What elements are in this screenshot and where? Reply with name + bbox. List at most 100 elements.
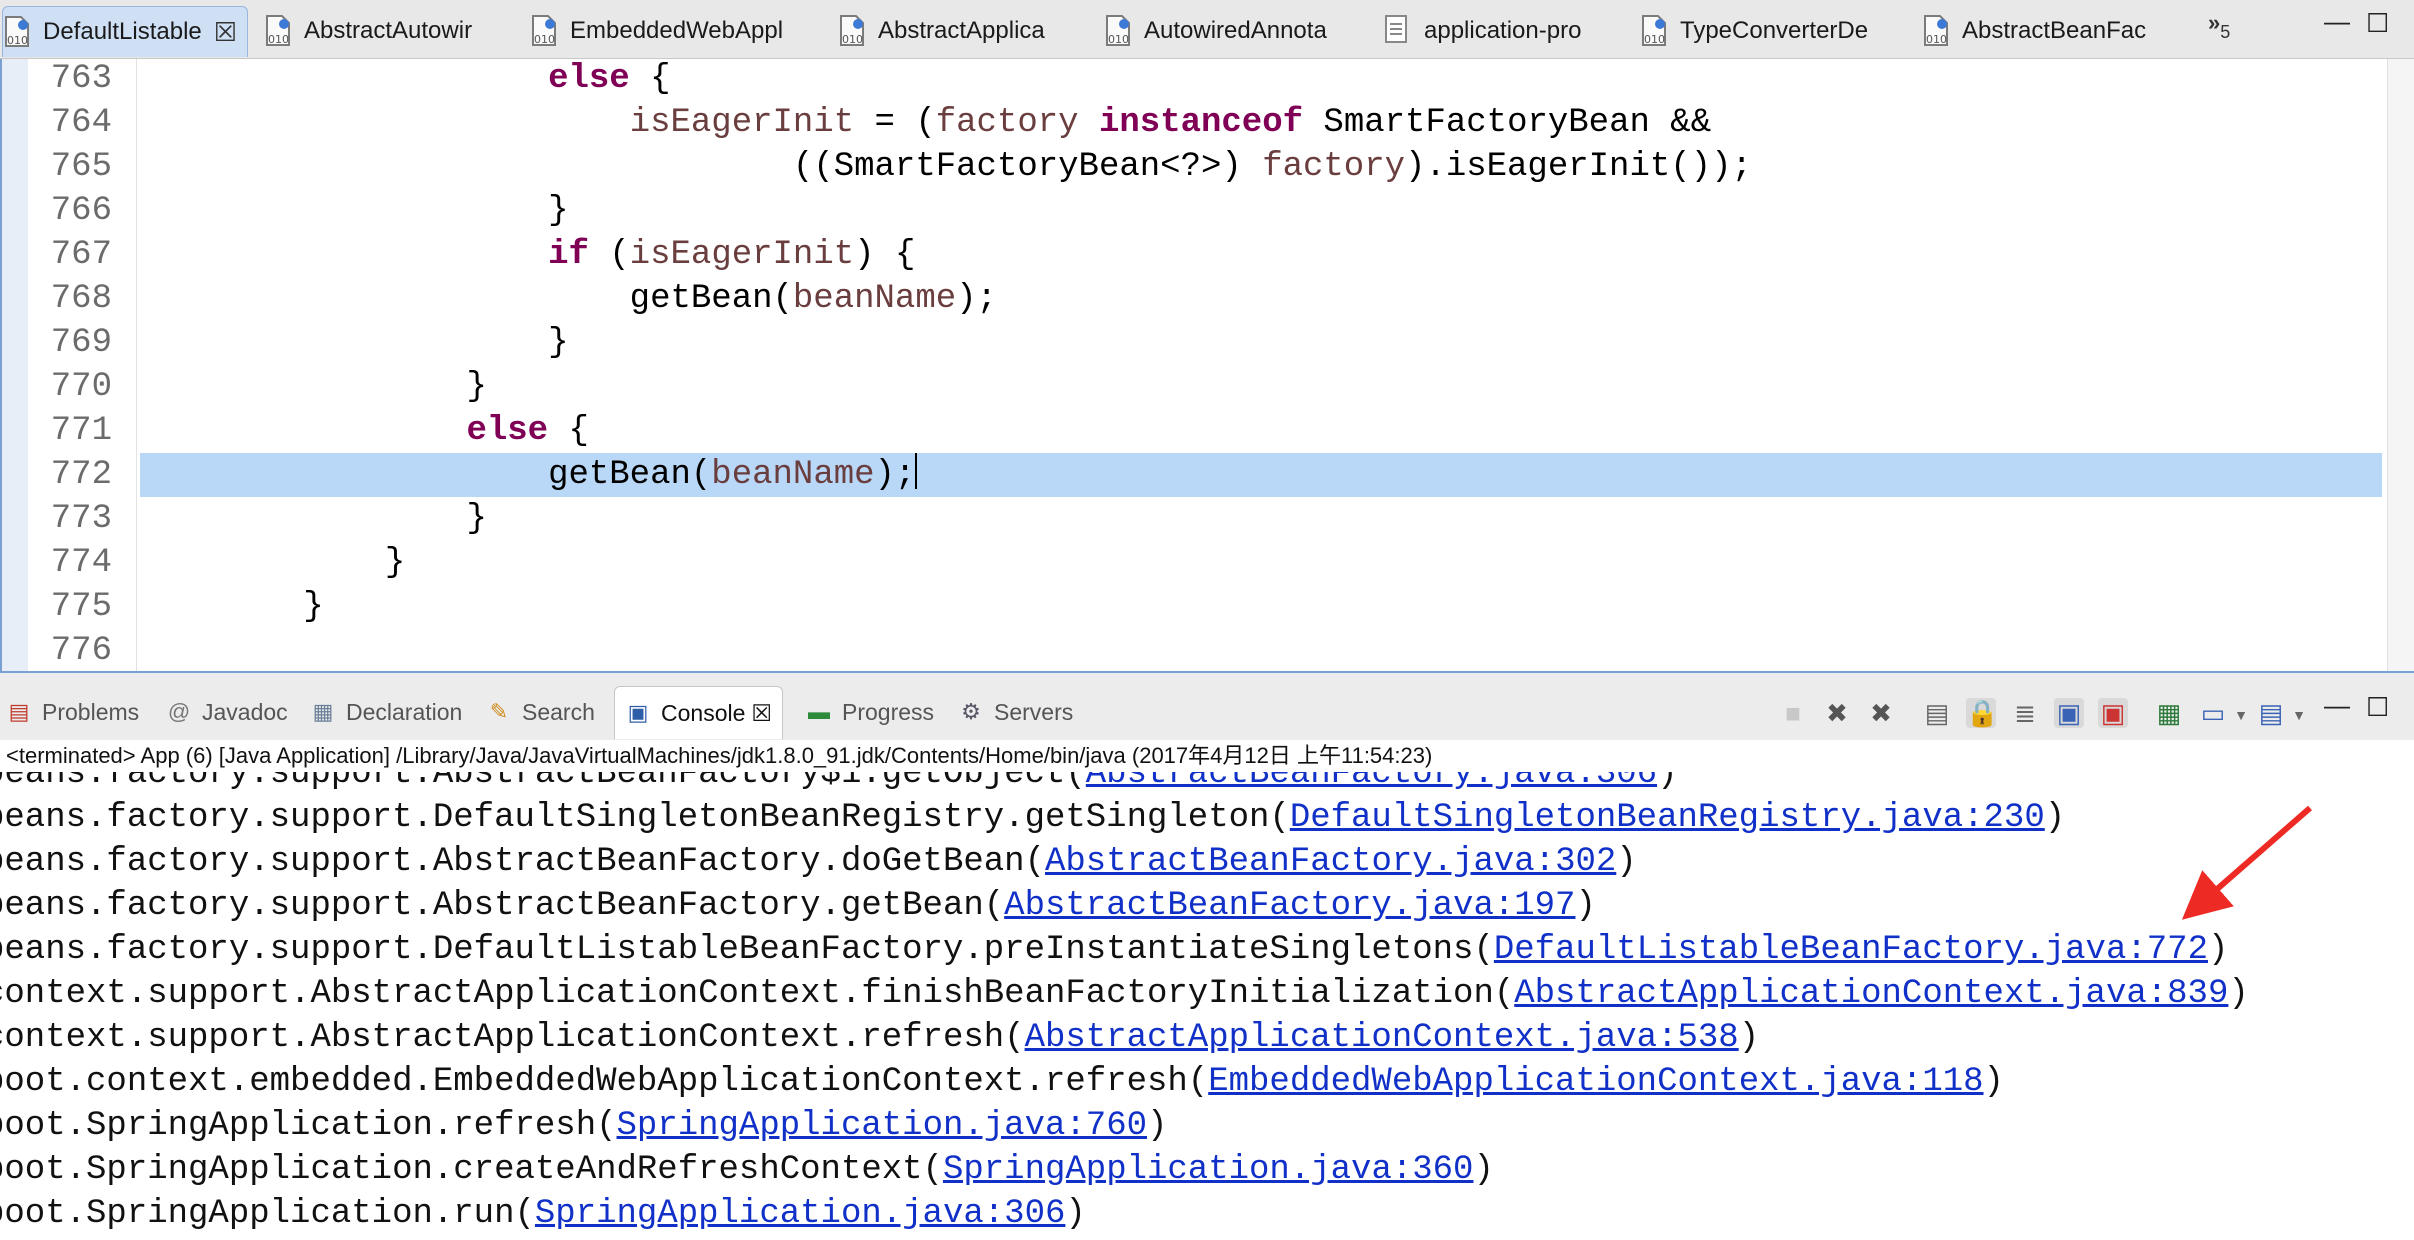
show-on-stderr-icon[interactable]: ▣ (2098, 698, 2128, 728)
pin-console-icon[interactable]: ▦ (2154, 698, 2184, 728)
code-line[interactable]: 776 (2, 629, 2412, 671)
editor-tab-8[interactable]: 010 AbstractBeanFac (1922, 6, 2146, 56)
stack-trace-line: context.support.AbstractApplicationConte… (0, 972, 2249, 1016)
code-line[interactable]: 774 } (2, 541, 2412, 585)
display-selected-console-icon[interactable]: ▭ (2198, 698, 2228, 728)
source-location-link[interactable]: DefaultSingletonBeanRegistry.java:230 (1290, 799, 2045, 837)
stack-frame-close-paren: ) (2044, 799, 2066, 837)
editor-tab-1[interactable]: 010 DefaultListable ☒ (2, 6, 249, 57)
code-text: else { (140, 409, 589, 453)
stack-frame-method: context.support.AbstractApplicationConte… (0, 1019, 1025, 1057)
source-location-link[interactable]: SpringApplication.java:360 (943, 1151, 1474, 1189)
scroll-lock-icon[interactable]: 🔒 (1966, 698, 1998, 728)
display-console-dropdown-icon[interactable]: ▼ (2226, 700, 2256, 730)
tab-overflow-button[interactable]: »5 (2208, 10, 2230, 43)
code-text-area: } (140, 321, 2382, 365)
editor-tab-4[interactable]: 010 AbstractApplica (838, 6, 1045, 56)
view-tab-progress[interactable]: ▬ Progress (806, 686, 934, 738)
code-text: } (140, 585, 323, 629)
view-tab-console[interactable]: ▣ Console ☒ (614, 686, 784, 739)
variable-token: isEagerInit (629, 236, 855, 274)
remove-launch-icon[interactable]: ✖ (1822, 698, 1852, 728)
code-line[interactable]: 764 isEagerInit = (factory instanceof Sm… (2, 101, 2412, 145)
editor-tab-5[interactable]: 010 AutowiredAnnota (1104, 6, 1327, 56)
code-token: } (140, 324, 569, 362)
view-tab-problems[interactable]: ▤ Problems (6, 686, 140, 738)
source-location-link[interactable]: AbstractBeanFactory.java:306 (1086, 772, 1657, 793)
remove-all-terminated-icon[interactable]: ✖ (1866, 698, 1896, 728)
source-location-link[interactable]: AbstractBeanFactory.java:197 (1004, 887, 1575, 925)
stack-frame-close-paren: ) (1983, 1063, 2004, 1101)
line-number: 766 (50, 192, 112, 230)
editor-vertical-scrollbar[interactable] (2387, 59, 2414, 671)
code-line[interactable]: 763 else { (2, 59, 2412, 101)
console-output[interactable]: beans.factory.support.AbstractBeanFactor… (0, 772, 2414, 1240)
variable-token: factory (1262, 148, 1406, 186)
code-editor[interactable]: 763 else {764 isEagerInit = (factory ins… (0, 59, 2414, 673)
highlighted-code-line[interactable]: 772 getBean(beanName); (2, 453, 2412, 497)
code-line[interactable]: 767 if (isEagerInit) { (2, 233, 2412, 277)
stack-frame-method: boot.SpringApplication.refresh( (0, 1107, 617, 1145)
line-number: 776 (50, 632, 112, 670)
console-launch-description: <terminated> App (6) [Java Application] … (0, 740, 2414, 772)
source-location-link[interactable]: SpringApplication.java:760 (617, 1107, 1148, 1145)
clear-console-icon[interactable]: ▤ (1922, 698, 1952, 728)
stack-frame-method: beans.factory.support.DefaultListableBea… (0, 931, 1494, 969)
code-line[interactable]: 771 else { (2, 409, 2412, 453)
view-tab-servers[interactable]: ⚙ Servers (958, 686, 1073, 738)
terminate-icon[interactable]: ■ (1778, 698, 1808, 728)
maximize-view-button[interactable]: ☐ (2366, 692, 2389, 723)
view-tab-declaration[interactable]: ▦ Declaration (310, 686, 463, 738)
close-tab-icon[interactable]: ☒ (214, 17, 237, 48)
code-line[interactable]: 768 getBean(beanName); (2, 277, 2412, 321)
code-token: ) { (854, 236, 916, 274)
word-wrap-icon[interactable]: ≣ (2010, 698, 2040, 728)
editor-tab-label: AbstractAutowir (304, 17, 473, 44)
source-location-link[interactable]: DefaultListableBeanFactory.java:772 (1494, 931, 2208, 969)
editor-tab-2[interactable]: 010 AbstractAutowir (264, 6, 472, 56)
minimize-editor-button[interactable]: — (2324, 6, 2350, 37)
text-cursor (915, 453, 918, 489)
code-line[interactable]: 770 } (2, 365, 2412, 409)
close-view-icon[interactable]: ☒ (751, 700, 772, 727)
source-location-link[interactable]: SpringApplication.java:306 (535, 1195, 1066, 1233)
code-token: SmartFactoryBean && (1303, 104, 1712, 142)
java-class-file-icon: 010 (3, 15, 33, 49)
java-class-file-icon: 010 (1104, 14, 1134, 48)
open-console-icon[interactable]: ▤ (2256, 698, 2286, 728)
code-token: { (548, 412, 589, 450)
code-text-area: getBean(beanName); (140, 453, 2382, 497)
editor-tab-6[interactable]: application-pro (1384, 6, 1581, 56)
code-line[interactable]: 765 ((SmartFactoryBean<?>) factory).isEa… (2, 145, 2412, 189)
code-line[interactable]: 773 } (2, 497, 2412, 541)
declaration-icon: ▦ (312, 699, 334, 724)
view-tab-label: Javadoc (202, 698, 288, 725)
keyword-token: if (548, 236, 589, 274)
maximize-editor-button[interactable]: ☐ (2366, 8, 2389, 39)
editor-tab-3[interactable]: 010 EmbeddedWebAppl (530, 6, 783, 56)
view-tab-search[interactable]: ✎ Search (486, 686, 595, 738)
source-location-link[interactable]: AbstractApplicationContext.java:839 (1514, 975, 2228, 1013)
stack-trace-line: context.support.AbstractApplicationConte… (0, 1016, 1759, 1060)
code-line[interactable]: 769 } (2, 321, 2412, 365)
line-number: 763 (50, 60, 112, 98)
java-class-file-icon: 010 (530, 14, 560, 48)
java-class-file-icon: 010 (1922, 14, 1952, 48)
source-location-link[interactable]: AbstractBeanFactory.java:302 (1045, 843, 1616, 881)
code-text-area: } (140, 365, 2382, 409)
code-text: getBean(beanName); (140, 453, 918, 497)
minimize-view-button[interactable]: — (2324, 690, 2350, 721)
svg-text:010: 010 (842, 33, 863, 46)
editor-tab-7[interactable]: 010 TypeConverterDe (1640, 6, 1868, 56)
source-location-link[interactable]: EmbeddedWebApplicationContext.java:118 (1208, 1063, 1983, 1101)
code-token: } (140, 192, 569, 230)
open-console-dropdown-icon[interactable]: ▼ (2284, 700, 2314, 730)
show-on-stdout-icon[interactable]: ▣ (2054, 698, 2084, 728)
view-tab-javadoc[interactable]: @ Javadoc (166, 686, 288, 738)
svg-text:010: 010 (1644, 33, 1665, 46)
code-line[interactable]: 766 } (2, 189, 2412, 233)
code-line[interactable]: 775 } (2, 585, 2412, 629)
view-tab-label: Servers (994, 698, 1074, 725)
source-location-link[interactable]: AbstractApplicationContext.java:538 (1025, 1019, 1739, 1057)
